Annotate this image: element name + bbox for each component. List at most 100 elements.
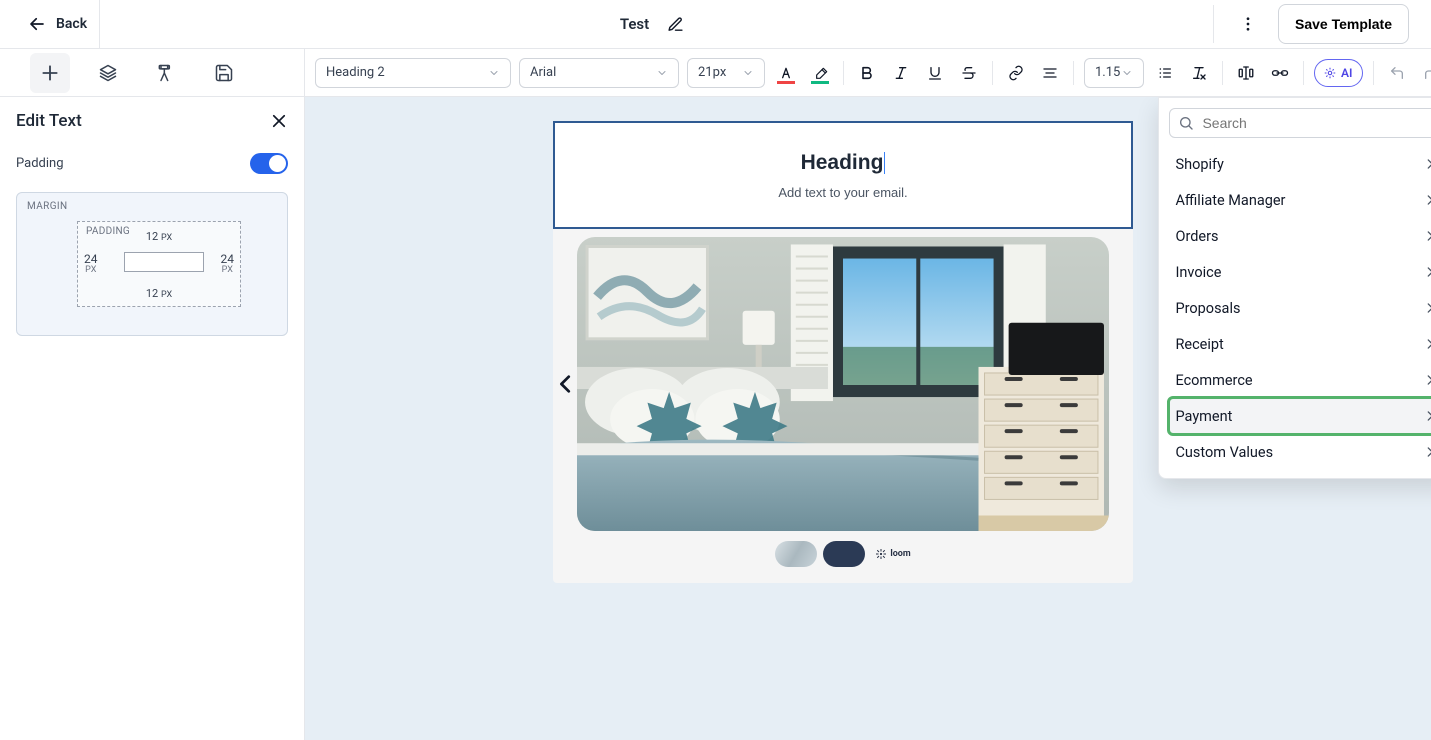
bullet-list-button[interactable]	[1152, 60, 1178, 86]
divider	[843, 61, 844, 85]
strikethrough-button[interactable]	[956, 60, 982, 86]
font-family-select[interactable]: Arial	[519, 58, 679, 88]
header-right: Save Template	[1213, 4, 1431, 44]
bold-button[interactable]	[854, 60, 880, 86]
edit-title-icon[interactable]	[657, 6, 693, 42]
padding-toggle[interactable]	[250, 153, 288, 174]
padding-bottom-value[interactable]: 12 PX	[146, 287, 172, 300]
chevron-right-icon	[1423, 301, 1431, 315]
more-menu-button[interactable]	[1230, 6, 1266, 42]
margin-label: MARGIN	[27, 201, 68, 212]
email-body: Heading Add text to your email.	[553, 121, 1133, 583]
divider	[1303, 61, 1304, 85]
add-element-button[interactable]	[30, 53, 70, 93]
padding-label: Padding	[16, 156, 64, 171]
header-left: Back	[0, 0, 100, 48]
padding-left-value[interactable]: 24PX	[84, 253, 98, 275]
format-button[interactable]	[146, 53, 186, 93]
side-tool-row	[0, 49, 304, 97]
link-button[interactable]	[1003, 60, 1029, 86]
italic-button[interactable]	[888, 60, 914, 86]
box-model-diagram: MARGIN PADDING 12 PX 12 PX 24PX 24PX	[16, 192, 288, 336]
chevron-down-icon	[656, 67, 668, 79]
clear-format-button[interactable]	[1186, 60, 1212, 86]
text-toolbar: Heading 2 Arial 21px 1.15	[305, 49, 1431, 97]
chevron-right-icon	[1423, 229, 1431, 243]
save-template-button[interactable]: Save Template	[1278, 4, 1409, 44]
dropdown-item-payment[interactable]: Payment	[1169, 398, 1431, 434]
chevron-right-icon	[1423, 337, 1431, 351]
canvas[interactable]: Heading Add text to your email.	[305, 97, 1431, 740]
back-arrow-icon[interactable]	[28, 15, 46, 33]
selected-text-block[interactable]: Heading Add text to your email.	[553, 121, 1133, 229]
divider	[1373, 61, 1374, 85]
font-size-select[interactable]: 21px	[687, 58, 765, 88]
content-rect	[124, 252, 204, 272]
text-cursor	[884, 152, 885, 174]
insert-link-button[interactable]	[1267, 60, 1293, 86]
chevron-right-icon	[1423, 157, 1431, 171]
header-center: Test	[100, 6, 1213, 42]
chevron-right-icon	[1423, 373, 1431, 387]
divider	[1222, 61, 1223, 85]
ai-icon	[1323, 66, 1337, 80]
panel-title: Edit Text	[16, 111, 82, 131]
app-header: Back Test Save Template	[0, 0, 1431, 49]
padding-box: PADDING 12 PX 12 PX 24PX 24PX	[77, 221, 241, 307]
close-panel-icon[interactable]	[270, 112, 288, 130]
dropdown-search[interactable]	[1169, 108, 1431, 138]
padding-inner-label: PADDING	[86, 226, 130, 237]
loom-badge: loom	[875, 548, 910, 560]
dropdown-item-invoice[interactable]: Invoice	[1169, 254, 1431, 290]
editor-area: Heading 2 Arial 21px 1.15	[305, 49, 1431, 740]
line-height-select[interactable]: 1.15	[1084, 58, 1144, 88]
dropdown-item-custom-values[interactable]: Custom Values	[1169, 434, 1431, 470]
layers-button[interactable]	[88, 53, 128, 93]
chevron-right-icon	[1423, 265, 1431, 279]
dropdown-item-proposals[interactable]: Proposals	[1169, 290, 1431, 326]
padding-right-value[interactable]: 24PX	[221, 253, 235, 275]
video-presenter-avatar[interactable]	[823, 541, 865, 567]
heading-text[interactable]: Heading	[801, 151, 886, 175]
divider	[1073, 61, 1074, 85]
dropdown-item-shopify[interactable]: Shopify	[1169, 146, 1431, 182]
divider	[1213, 5, 1214, 43]
chevron-right-icon	[1423, 445, 1431, 459]
highlight-color-button[interactable]	[807, 60, 833, 86]
page-title: Test	[620, 15, 649, 33]
chevron-right-icon	[1423, 409, 1431, 423]
underline-button[interactable]	[922, 60, 948, 86]
merge-tags-dropdown: Shopify Affiliate Manager Orders Invoice…	[1158, 97, 1431, 479]
dropdown-item-affiliate-manager[interactable]: Affiliate Manager	[1169, 182, 1431, 218]
undo-button[interactable]	[1384, 60, 1410, 86]
dropdown-item-orders[interactable]: Orders	[1169, 218, 1431, 254]
divider	[992, 61, 993, 85]
back-label[interactable]: Back	[56, 16, 87, 32]
chevron-down-icon	[488, 67, 500, 79]
ai-label: AI	[1341, 66, 1352, 80]
heading-style-select[interactable]: Heading 2	[315, 58, 511, 88]
dropdown-item-receipt[interactable]: Receipt	[1169, 326, 1431, 362]
prev-slide-button[interactable]	[549, 367, 583, 401]
bedroom-image	[577, 237, 1109, 531]
insert-text-button[interactable]	[1233, 60, 1259, 86]
loom-icon	[875, 548, 887, 560]
image-block[interactable]	[577, 237, 1109, 531]
redo-button[interactable]	[1418, 60, 1431, 86]
padding-top-value[interactable]: 12 PX	[146, 230, 172, 243]
edit-text-panel: Edit Text Padding MARGIN PADDING 12 PX 1…	[0, 97, 304, 350]
dropdown-item-ecommerce[interactable]: Ecommerce	[1169, 362, 1431, 398]
loom-label: loom	[890, 549, 910, 559]
dropdown-search-input[interactable]	[1200, 114, 1431, 132]
dropdown-list: Shopify Affiliate Manager Orders Invoice…	[1169, 146, 1431, 470]
save-section-button[interactable]	[204, 53, 244, 93]
loom-attribution-row: loom	[577, 539, 1109, 569]
chevron-down-icon	[1121, 67, 1133, 79]
text-color-button[interactable]	[773, 60, 799, 86]
ai-assist-button[interactable]: AI	[1314, 59, 1363, 87]
subheading-text[interactable]: Add text to your email.	[778, 185, 907, 200]
left-panel: Edit Text Padding MARGIN PADDING 12 PX 1…	[0, 49, 305, 740]
align-button[interactable]	[1037, 60, 1063, 86]
video-thumbnail[interactable]	[775, 541, 817, 567]
chevron-right-icon	[1423, 193, 1431, 207]
